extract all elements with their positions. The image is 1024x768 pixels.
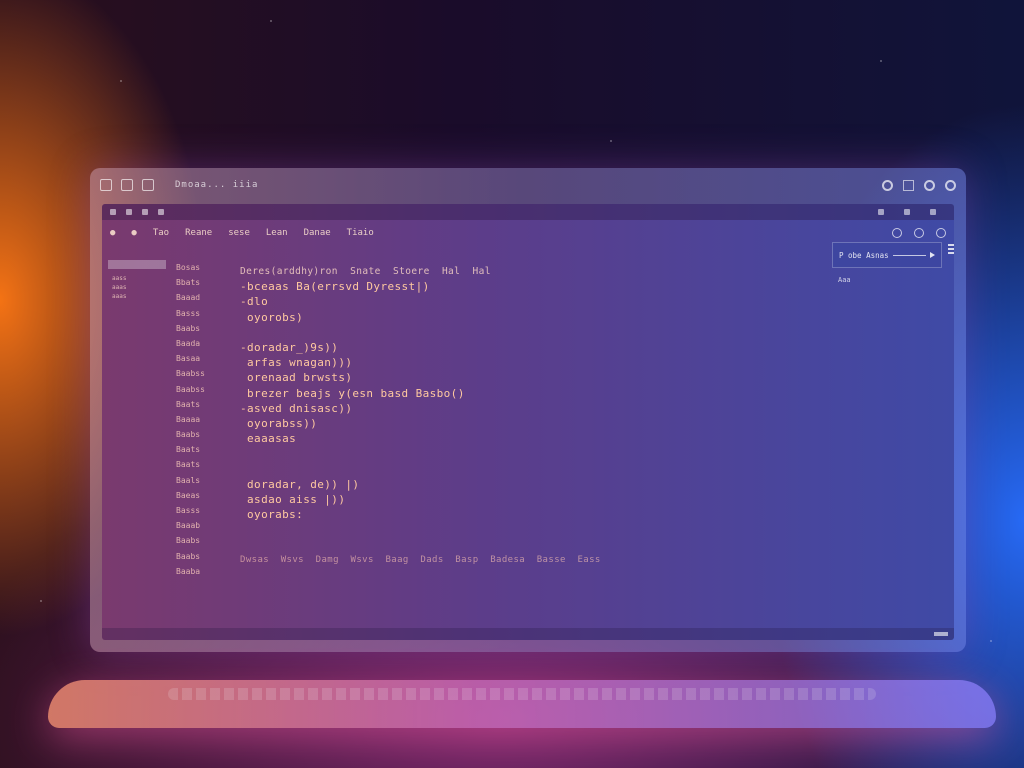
window-icon[interactable] (903, 179, 914, 191)
file-item[interactable]: Baaba (176, 564, 232, 579)
tab-icon[interactable] (126, 209, 132, 215)
code-line[interactable] (240, 446, 700, 461)
file-item[interactable]: Baals (176, 473, 232, 488)
file-item[interactable]: Baeas (176, 488, 232, 503)
file-item[interactable]: Basss (176, 503, 232, 518)
code-line[interactable]: oyorabss)) (240, 416, 700, 431)
tab-strip (102, 204, 954, 220)
sidebar-item[interactable]: aaas (108, 284, 166, 291)
file-item[interactable]: Baats (176, 442, 232, 457)
file-item[interactable]: Baaad (176, 290, 232, 305)
menu-item[interactable]: Danae (304, 228, 331, 238)
tab-icon[interactable] (142, 209, 148, 215)
panel-label: P obe Asnas (839, 250, 889, 260)
code-line[interactable]: -bceaas Ba(errsvd Dyresst|) (240, 279, 700, 294)
layout-icon[interactable] (904, 209, 910, 215)
editor-header: Deres(arddhy)ron Snate Stoere Hal Hal (240, 266, 491, 277)
file-item[interactable]: Baabs (176, 549, 232, 564)
code-line[interactable]: brezer beajs y(esn basd Basbo() (240, 386, 700, 401)
tab-icon[interactable] (158, 209, 164, 215)
monitor: Dmoaa... iiia ● ● Tao Reane sese Lean Da… (90, 168, 966, 652)
menu-dot-icon[interactable]: ● (110, 228, 115, 238)
code-line[interactable]: oyorabs: (240, 507, 700, 522)
code-line[interactable]: eaaasas (240, 431, 700, 446)
window-actions (882, 179, 956, 191)
file-item[interactable]: Baaaa (176, 412, 232, 427)
sync-icon[interactable] (892, 228, 902, 238)
tab-strip-actions (878, 209, 946, 215)
code-editor[interactable]: Deres(arddhy)ron Snate Stoere Hal Hal -b… (240, 264, 700, 568)
file-item[interactable]: Baaab (176, 518, 232, 533)
sidebar-item[interactable]: aaas (108, 293, 166, 300)
code-line[interactable] (240, 325, 700, 340)
file-item[interactable]: Baabs (176, 533, 232, 548)
code-line[interactable]: -doradar_)9s)) (240, 340, 700, 355)
background-speck (40, 600, 42, 602)
code-line[interactable] (240, 522, 700, 537)
side-panel-control[interactable]: P obe Asnas (832, 242, 942, 268)
menu-bar: ● ● Tao Reane sese Lean Danae Tiaio (102, 222, 954, 244)
code-line[interactable]: doradar, de)) |) (240, 477, 700, 492)
menu-item[interactable]: Reane (185, 228, 212, 238)
file-item[interactable]: Baats (176, 457, 232, 472)
background-speck (610, 140, 612, 142)
window-title: Dmoaa... iiia (175, 180, 259, 190)
editor-screen: ● ● Tao Reane sese Lean Danae Tiaio aass… (102, 204, 954, 640)
background-speck (880, 60, 882, 62)
file-item[interactable]: Baabs (176, 427, 232, 442)
code-line[interactable] (240, 461, 700, 476)
sidebar: aass aaas aaas (108, 260, 166, 312)
account-icon[interactable] (945, 179, 956, 191)
maximize-icon[interactable] (142, 179, 154, 191)
code-line[interactable] (240, 537, 700, 552)
file-item[interactable]: Bosas (176, 260, 232, 275)
code-line[interactable]: -dlo (240, 294, 700, 309)
background-speck (120, 80, 122, 82)
close-icon[interactable] (100, 179, 112, 191)
menu-item[interactable]: sese (228, 228, 250, 238)
file-item[interactable]: Basaa (176, 351, 232, 366)
settings-icon[interactable] (924, 179, 935, 191)
code-line[interactable]: orenaad brwsts) (240, 370, 700, 385)
menu-item[interactable]: Tiaio (347, 228, 374, 238)
menu-item[interactable]: Tao (153, 228, 169, 238)
menu-actions (892, 228, 946, 238)
file-list: Bosas Bbats Baaad Basss Baabs Baada Basa… (176, 260, 232, 579)
more-icon[interactable] (930, 209, 936, 215)
panel-slider-track[interactable] (892, 254, 926, 256)
file-item[interactable]: Basss (176, 306, 232, 321)
file-item[interactable]: Bbats (176, 275, 232, 290)
record-icon[interactable] (882, 179, 893, 191)
scrollbar-thumb[interactable] (934, 632, 948, 636)
sidebar-selected-item[interactable] (108, 260, 166, 269)
background-speck (990, 640, 992, 642)
gear-icon[interactable] (914, 228, 924, 238)
split-icon[interactable] (878, 209, 884, 215)
status-line: Dwsas Wsvs Damg Wsvs Baag Dads Basp Bade… (240, 554, 601, 565)
menu-dot-icon[interactable]: ● (131, 228, 136, 238)
file-item[interactable]: Baabss (176, 382, 232, 397)
file-item[interactable]: Baada (176, 336, 232, 351)
user-icon[interactable] (936, 228, 946, 238)
code-line[interactable]: arfas wnagan))) (240, 355, 700, 370)
file-item[interactable]: Baabs (176, 321, 232, 336)
sidebar-item[interactable]: aass (108, 275, 166, 282)
code-line[interactable]: -asved dnisasc)) (240, 401, 700, 416)
code-line[interactable]: asdao aiss |)) (240, 492, 700, 507)
laptop-keyboard-deck (48, 680, 996, 728)
hamburger-menu-icon[interactable] (948, 244, 954, 256)
status-bar (102, 628, 954, 640)
code-line[interactable]: oyorobs) (240, 310, 700, 325)
file-item[interactable]: Baabss (176, 366, 232, 381)
menu-item[interactable]: Lean (266, 228, 288, 238)
file-item[interactable]: Baats (176, 397, 232, 412)
background-speck (270, 20, 272, 22)
window-titlebar: Dmoaa... iiia (90, 168, 966, 202)
panel-subtext: Aaa (838, 276, 851, 284)
minimize-icon[interactable] (121, 179, 133, 191)
play-icon[interactable] (930, 252, 935, 258)
tab-icon[interactable] (110, 209, 116, 215)
